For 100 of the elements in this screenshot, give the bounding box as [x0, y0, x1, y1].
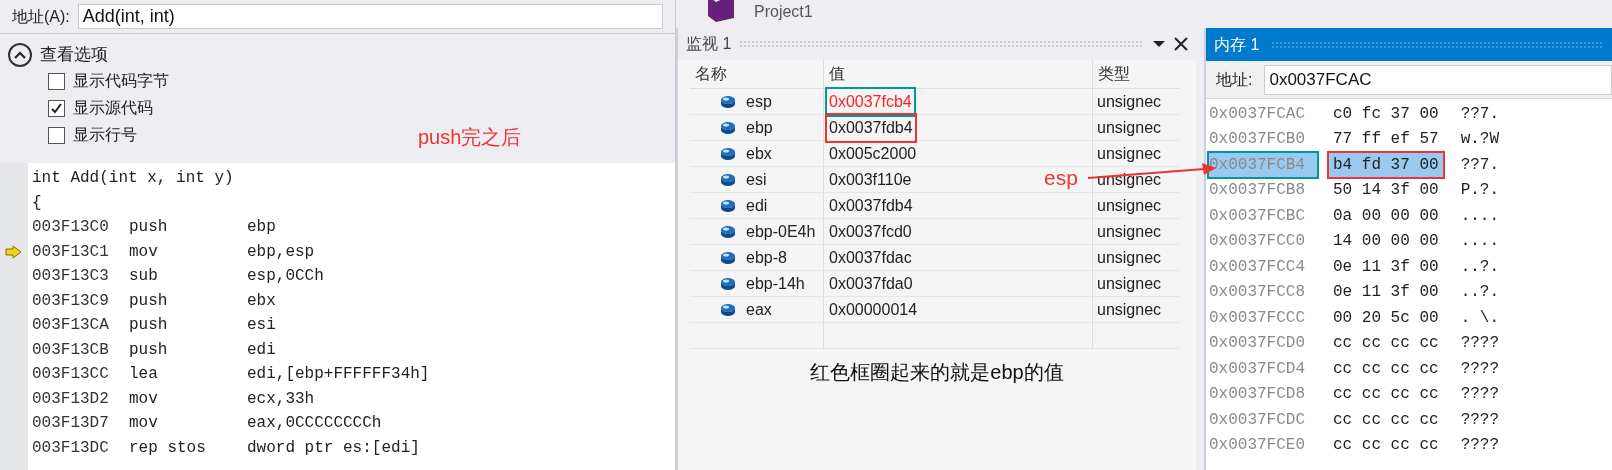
instruction-opcode: mov [129, 241, 159, 263]
memory-bytes[interactable]: cc cc cc cc [1329, 433, 1443, 458]
variable-name: ebp [746, 117, 773, 138]
option-label: 显示源代码 [73, 98, 153, 118]
memory-ascii: ???? [1460, 384, 1500, 406]
variable-name: eax [746, 299, 772, 320]
memory-bytes[interactable]: cc cc cc cc [1329, 331, 1443, 356]
memory-address: 0x0037FCB8 [1209, 180, 1306, 202]
variable-name: ebx [746, 143, 772, 164]
memory-address: 0x0037FCD0 [1209, 333, 1306, 355]
variable-name: edi [746, 195, 768, 216]
memory-bytes[interactable]: b4 fd 37 00 [1329, 152, 1443, 177]
instruction-opcode: push [129, 217, 169, 239]
instruction-address: 003F13C0 [32, 217, 110, 239]
variable-icon [720, 198, 736, 213]
memory-address: 0x0037FCDC [1209, 409, 1306, 431]
source-line: { [32, 192, 42, 214]
memory-address: 0x0037FCC0 [1209, 231, 1306, 253]
variable-name: esp [746, 91, 772, 112]
checkbox[interactable] [48, 126, 65, 144]
memory-bytes[interactable]: cc cc cc cc [1329, 407, 1443, 432]
checkbox[interactable] [48, 99, 65, 117]
instruction-opcode: push [129, 315, 169, 337]
memory-bytes[interactable]: 00 20 5c 00 [1329, 305, 1443, 330]
variable-type: unsignec [1097, 299, 1162, 320]
address-field[interactable]: Add(int, int) [77, 4, 663, 29]
memory-bytes[interactable]: 77 ff ef 57 [1329, 127, 1443, 152]
instruction-address: 003F13C1 [32, 241, 110, 263]
memory-address: 0x0037FCD8 [1209, 384, 1306, 406]
memory-ascii: w.?W [1460, 129, 1500, 151]
instruction-address: 003F13CC [32, 364, 110, 386]
memory-address: 0x0037FCE0 [1209, 435, 1306, 457]
instruction-operands: edi [247, 339, 276, 361]
variable-icon [720, 302, 736, 317]
address-label: 地址(A): [12, 6, 70, 27]
memory-bytes[interactable]: 0e 11 3f 00 [1329, 254, 1443, 279]
memory-bytes[interactable]: 14 00 00 00 [1329, 229, 1443, 254]
memory-address: 0x0037FCC4 [1209, 256, 1306, 278]
variable-name: esi [746, 169, 767, 190]
panel-title: 内存 1 [1214, 34, 1260, 55]
instruction-opcode: rep stos [129, 437, 207, 459]
variable-type: unsignec [1097, 91, 1162, 112]
instruction-operands: esi [247, 315, 276, 337]
instruction-opcode: mov [129, 388, 159, 410]
memory-bytes[interactable]: cc cc cc cc [1329, 356, 1443, 381]
column-header[interactable]: 值 [824, 60, 1093, 88]
instruction-opcode: push [129, 290, 169, 312]
instruction-opcode: mov [129, 413, 159, 435]
checkbox[interactable] [48, 72, 65, 90]
memory-address: 0x0037FCB0 [1209, 129, 1306, 151]
variable-name: ebp-14h [746, 273, 805, 294]
option-label: 显示代码字节 [73, 71, 169, 91]
variable-value: 0x0037fda0 [828, 273, 914, 294]
variable-value: 0x0037fdb4 [828, 115, 914, 140]
memory-ascii: .... [1460, 231, 1500, 253]
variable-icon [720, 172, 736, 187]
variable-icon [720, 94, 736, 109]
variable-value: 0x0037fdac [828, 247, 913, 268]
project-title: Project1 [754, 3, 813, 21]
instruction-address: 003F13D2 [32, 388, 110, 410]
memory-address: 0x0037FCAC [1209, 103, 1306, 125]
memory-bytes[interactable]: 0e 11 3f 00 [1329, 280, 1443, 305]
variable-value: 0x00000014 [828, 299, 919, 320]
variable-type: unsignec [1097, 247, 1162, 268]
memory-bytes[interactable]: cc cc cc cc [1329, 382, 1443, 407]
memory-bytes[interactable]: 50 14 3f 00 [1329, 178, 1443, 203]
variable-value: 0x003f110e [828, 169, 913, 190]
column-header[interactable]: 名称 [690, 60, 824, 88]
variable-value: 0x0037fcb4 [828, 89, 913, 114]
instruction-operands: edi,[ebp+FFFFFF34h] [247, 364, 430, 386]
instruction-operands: dword ptr es:[edi] [247, 437, 420, 459]
dropdown-icon[interactable] [1152, 40, 1166, 48]
variable-name: ebp-8 [746, 247, 787, 268]
variable-name: ebp-0E4h [746, 221, 816, 242]
address-label: 地址: [1216, 69, 1253, 90]
variable-icon [720, 146, 736, 161]
instruction-operands: ebx [247, 290, 276, 312]
memory-bytes[interactable]: c0 fc 37 00 [1329, 101, 1443, 126]
memory-ascii: ???? [1460, 358, 1500, 380]
variable-icon [720, 250, 736, 265]
memory-ascii: P.?. [1460, 180, 1500, 202]
options-title: 查看选项 [40, 44, 108, 66]
memory-ascii: ??7. [1460, 103, 1500, 125]
memory-ascii: ??7. [1460, 154, 1500, 176]
instruction-operands: esp,0CCh [247, 266, 324, 288]
memory-ascii: ???? [1460, 435, 1500, 457]
instruction-operands: ebp,esp [247, 241, 315, 263]
memory-address: 0x0037FCD4 [1209, 358, 1306, 380]
address-field[interactable]: 0x0037FCAC [1264, 64, 1612, 95]
annotation-label: esp [1044, 166, 1078, 189]
column-header[interactable]: 类型 [1093, 60, 1180, 88]
memory-bytes[interactable]: 0a 00 00 00 [1329, 203, 1443, 228]
close-icon[interactable] [1174, 37, 1188, 51]
memory-ascii: . \. [1460, 307, 1500, 329]
variable-value: 0x0037fdb4 [828, 195, 914, 216]
memory-address: 0x0037FCBC [1209, 205, 1306, 227]
collapse-icon[interactable] [8, 42, 32, 67]
variable-value: 0x0037fcd0 [828, 221, 913, 242]
memory-ascii: .... [1460, 205, 1500, 227]
variable-icon [720, 224, 736, 239]
